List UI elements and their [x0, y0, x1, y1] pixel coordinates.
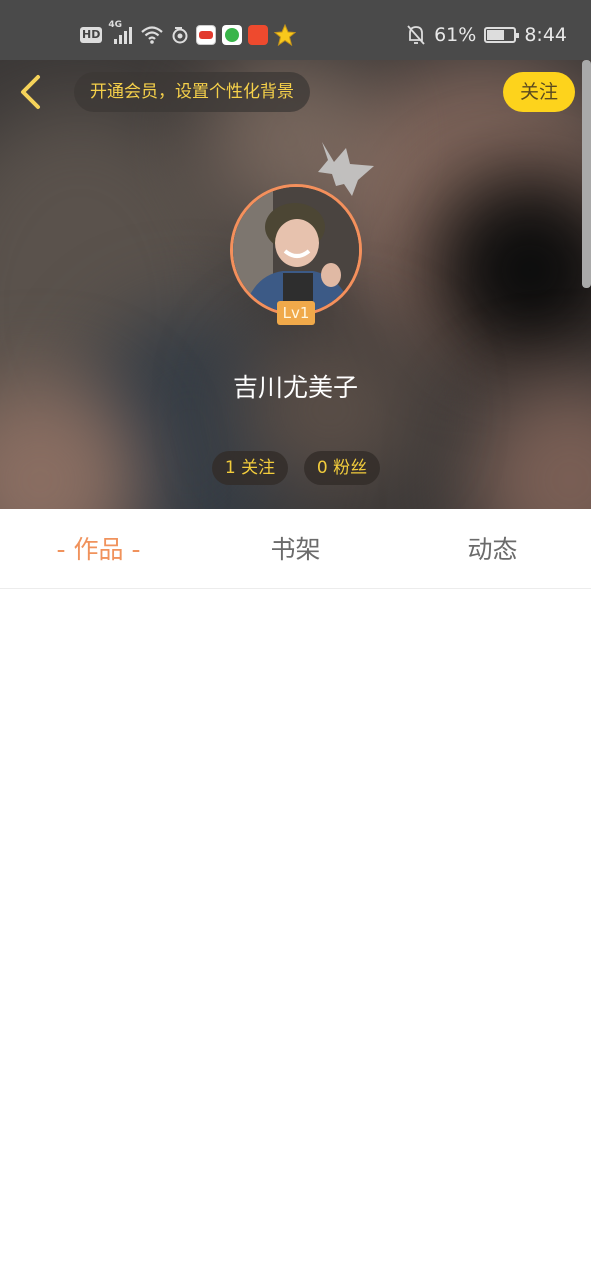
tab-works[interactable]: - 作品 - [0, 509, 197, 589]
cellular-signal-icon: 4G [108, 20, 134, 46]
tab-activity[interactable]: 动态 [394, 509, 591, 589]
scrollbar[interactable] [582, 60, 591, 288]
notifications-off-icon [407, 25, 425, 45]
battery-percent: 61% [434, 24, 477, 46]
tab-content-area [0, 590, 591, 1280]
following-count[interactable]: 1 关注 [212, 451, 288, 485]
tab-bookshelf[interactable]: 书架 [197, 509, 394, 589]
fans-count[interactable]: 0 粉丝 [304, 451, 380, 485]
clock: 8:44 [524, 24, 567, 46]
vip-background-prompt[interactable]: 开通会员，设置个性化背景 [74, 72, 310, 112]
level-badge: Lv1 [277, 301, 315, 325]
back-button[interactable] [14, 72, 48, 112]
battery-icon [484, 27, 520, 43]
video-app-icon [222, 25, 243, 45]
sync-icon [172, 27, 188, 44]
avatar[interactable] [230, 184, 362, 316]
sina-app-icon [196, 25, 217, 45]
star-app-icon [274, 24, 297, 46]
username: 吉川尤美子 [232, 373, 358, 402]
profile-tabs: - 作品 - 书架 动态 [0, 509, 591, 589]
hd-badge: HD [80, 27, 103, 43]
status-bar: HD 4G 61% 8:44 [0, 0, 591, 60]
shopping-app-icon [248, 25, 269, 45]
avatar-photo [233, 187, 359, 313]
follow-button[interactable]: 关注 [503, 72, 575, 112]
wifi-icon [141, 26, 164, 44]
